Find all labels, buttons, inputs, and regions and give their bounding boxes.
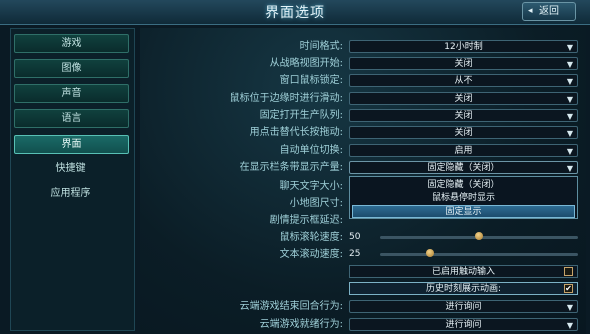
production-queue-dropdown[interactable]: 关闭 ▼ <box>349 109 578 122</box>
time-format-dropdown[interactable]: 12小时制 ▼ <box>349 40 578 53</box>
status-bar-dropdown[interactable]: 固定隐藏（关闭） ▼ <box>349 161 578 174</box>
sidebar-item-label: 快捷键 <box>55 163 86 174</box>
chevron-down-icon: ▼ <box>566 112 573 121</box>
sidebar-item-label: 语言 <box>61 113 82 124</box>
chevron-down-icon: ▼ <box>566 147 573 156</box>
sidebar-item-graphics[interactable]: 图像 <box>14 59 129 78</box>
history-anim-checkbox[interactable]: ✔ <box>564 284 573 293</box>
status-bar-label: 在显示栏条带显示产量: <box>239 162 343 173</box>
dropdown-value: 进行询问 <box>445 302 482 312</box>
back-label: 返回 <box>539 6 559 17</box>
dropdown-value: 进行询问 <box>445 320 482 330</box>
dropdown-value: 12小时制 <box>444 42 483 52</box>
long-press-dropdown[interactable]: 关闭 ▼ <box>349 126 578 139</box>
sidebar-item-hotkeys[interactable]: 快捷键 <box>14 160 127 177</box>
checkmark-icon: ✔ <box>565 284 572 293</box>
touch-input-row[interactable]: 已启用触动输入 <box>349 265 578 278</box>
chevron-down-icon: ▼ <box>566 303 573 312</box>
text-speed-slider[interactable] <box>380 249 578 257</box>
dropdown-options-list: 固定隐藏（关闭） 鼠标悬停时显示 固定显示 <box>349 176 578 219</box>
sidebar-item-label: 游戏 <box>61 38 82 49</box>
cloud-ready-label: 云端游戏就绪行为: <box>259 319 343 330</box>
scroll-speed-slider[interactable] <box>380 232 578 240</box>
chevron-down-icon: ▼ <box>566 77 573 86</box>
edge-scroll-label: 鼠标位于边缘时进行滑动: <box>229 93 343 104</box>
chevron-down-icon: ▼ <box>566 60 573 69</box>
dropdown-value: 从不 <box>454 76 473 86</box>
cloud-end-dropdown[interactable]: 进行询问 ▼ <box>349 300 578 313</box>
scroll-speed-value: 50 <box>349 232 361 242</box>
minimap-label: 小地图尺寸: <box>289 198 343 209</box>
chevron-down-icon: ▼ <box>566 43 573 52</box>
chevron-down-icon: ▼ <box>566 129 573 138</box>
title-bar: 界面选项 ◂ 返回 <box>0 0 590 25</box>
text-speed-label: 文本滚动速度: <box>279 249 343 260</box>
sidebar-item-game[interactable]: 游戏 <box>14 34 129 53</box>
back-button[interactable]: ◂ 返回 <box>522 2 576 21</box>
settings-sidebar: 游戏 图像 声音 语言 界面 快捷键 应用程序 <box>10 28 135 331</box>
dropdown-option[interactable]: 固定隐藏（关闭） <box>352 179 575 192</box>
chat-font-label: 聊天文字大小: <box>279 181 343 192</box>
cursor-lock-dropdown[interactable]: 从不 ▼ <box>349 74 578 87</box>
dropdown-value: 关闭 <box>454 59 473 69</box>
battle-view-label: 从战略视图开始: <box>269 58 343 69</box>
sidebar-item-audio[interactable]: 声音 <box>14 84 129 103</box>
sidebar-item-interface[interactable]: 界面 <box>14 135 129 154</box>
battle-view-dropdown[interactable]: 关闭 ▼ <box>349 57 578 70</box>
sidebar-item-label: 界面 <box>61 139 82 150</box>
dropdown-option[interactable]: 鼠标悬停时显示 <box>352 192 575 205</box>
production-queue-label: 固定打开生产队列: <box>259 110 343 121</box>
chevron-down-icon: ▼ <box>566 321 573 330</box>
page-title: 界面选项 <box>265 5 325 21</box>
chevron-down-icon: ▼ <box>566 95 573 104</box>
tooltip-delay-label: 剧情提示框延迟: <box>269 215 343 226</box>
touch-input-label: 已启用触动输入 <box>431 267 495 277</box>
text-speed-value: 25 <box>349 249 361 259</box>
sidebar-item-language[interactable]: 语言 <box>14 109 129 128</box>
history-anim-label: 历史时刻展示动画: <box>425 284 502 294</box>
slider-knob[interactable] <box>475 232 483 240</box>
auto-cycle-dropdown[interactable]: 启用 ▼ <box>349 144 578 157</box>
sidebar-item-label: 图像 <box>61 63 82 74</box>
sidebar-item-label: 声音 <box>61 88 82 99</box>
dropdown-option-highlighted[interactable]: 固定显示 <box>352 205 575 218</box>
auto-cycle-label: 自动单位切换: <box>279 145 343 156</box>
dropdown-value: 关闭 <box>454 128 473 138</box>
time-format-label: 时间格式: <box>299 41 343 52</box>
sidebar-item-applications[interactable]: 应用程序 <box>14 185 127 202</box>
dropdown-value: 启用 <box>454 146 473 156</box>
cursor-lock-label: 窗口鼠标锁定: <box>279 75 343 86</box>
touch-input-checkbox[interactable] <box>564 267 573 276</box>
back-arrow-icon: ◂ <box>528 6 533 16</box>
slider-knob[interactable] <box>425 249 434 257</box>
dropdown-value: 关闭 <box>454 94 473 104</box>
sidebar-item-label: 应用程序 <box>50 188 91 199</box>
dropdown-value: 固定隐藏（关闭） <box>427 163 500 173</box>
cloud-ready-dropdown[interactable]: 进行询问 ▼ <box>349 318 578 331</box>
scroll-speed-label: 鼠标滚轮速度: <box>279 232 343 243</box>
history-anim-row[interactable]: 历史时刻展示动画: ✔ <box>349 282 578 295</box>
long-press-label: 用点击替代长按拖动: <box>249 127 343 138</box>
dropdown-value: 关闭 <box>454 111 473 121</box>
cloud-end-label: 云端游戏结束回合行为: <box>239 301 343 312</box>
edge-scroll-dropdown[interactable]: 关闭 ▼ <box>349 92 578 105</box>
chevron-down-icon: ▼ <box>566 164 573 173</box>
